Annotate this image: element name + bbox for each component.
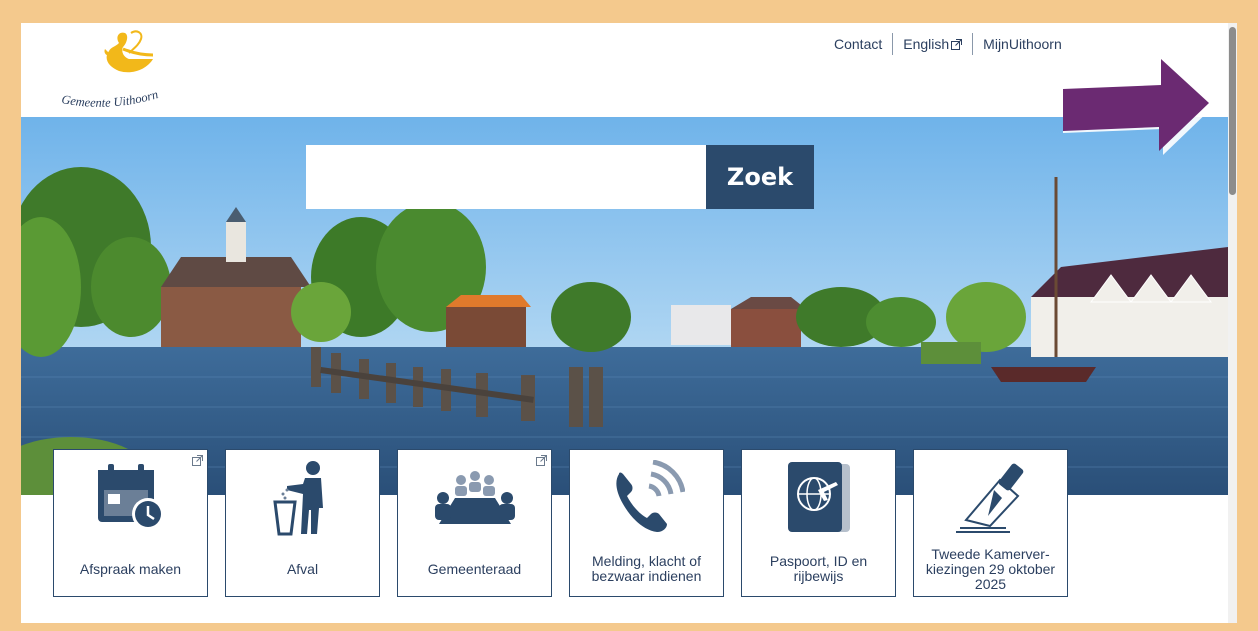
mijnuithoorn-link[interactable]: MijnUithoorn [973, 34, 1072, 54]
tile-verkiezingen[interactable]: Tweede Kamerver-kiezingen 29 oktober 202… [913, 449, 1068, 597]
scrollbar-thumb[interactable] [1229, 27, 1236, 195]
contact-link[interactable]: Contact [824, 34, 892, 54]
tile-gemeenteraad[interactable]: Gemeenteraad [397, 449, 552, 597]
arrow-right-icon [1063, 59, 1215, 155]
tile-label: Afspraak maken [79, 560, 182, 577]
tile-label: Tweede Kamerver-kiezingen 29 oktober 202… [925, 545, 1056, 592]
tile-label: Gemeenteraad [427, 560, 522, 577]
logo-text: Gemeente Uithoorn [60, 87, 159, 109]
passport-icon [742, 458, 895, 538]
svg-text:Gemeente Uithoorn: Gemeente Uithoorn [60, 87, 159, 109]
search-button[interactable]: Zoek [706, 145, 814, 209]
tile-label: Melding, klacht of bezwaar indienen [591, 553, 702, 584]
english-link[interactable]: English [893, 34, 972, 54]
trash-person-icon [226, 458, 379, 538]
calendar-clock-icon [54, 458, 207, 538]
tile-paspoort[interactable]: Paspoort, ID en rijbewijs [741, 449, 896, 597]
top-nav: Contact English MijnUithoorn [824, 33, 1072, 55]
logo-figure-icon [104, 30, 154, 73]
tile-label: Paspoort, ID en rijbewijs [769, 553, 868, 584]
ballot-vote-icon [914, 458, 1067, 538]
logo-wordmark: Gemeente Uithoorn [60, 87, 159, 109]
tile-melding[interactable]: Melding, klacht of bezwaar indienen [569, 449, 724, 597]
tile-label: Afval [286, 560, 319, 577]
vertical-scrollbar[interactable] [1228, 23, 1237, 623]
external-link-icon [951, 39, 963, 50]
tile-afval[interactable]: Afval [225, 449, 380, 597]
browser-viewport: Gemeente Uithoorn Contact English MijnUi… [21, 23, 1237, 623]
phone-icon [570, 458, 723, 538]
tile-afspraak-maken[interactable]: Afspraak maken [53, 449, 208, 597]
council-meeting-icon [398, 458, 551, 538]
search-input[interactable] [306, 145, 706, 209]
site-logo[interactable]: Gemeente Uithoorn [57, 29, 187, 111]
english-link-label: English [903, 36, 950, 52]
